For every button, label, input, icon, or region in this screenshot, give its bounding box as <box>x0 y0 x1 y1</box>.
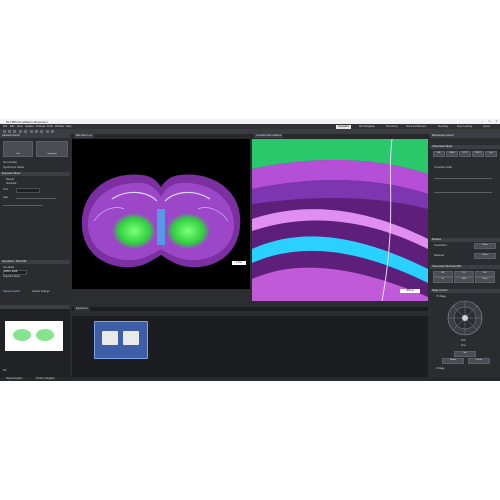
reflected-close-button[interactable]: Close <box>474 253 496 259</box>
live-mode-value: 2048 x 2048 <box>4 270 18 273</box>
microscope-control-panel: Microscope Control Observation Mode BF D… <box>430 134 500 377</box>
observation-header: Observation Mode <box>430 145 500 149</box>
cellsens-window: OLYMPUS cellSens Dimension – □ × File Ed… <box>0 119 500 381</box>
processing-step-icon[interactable] <box>123 331 139 345</box>
offset-slider[interactable] <box>3 205 43 206</box>
doc-tab-brain-slice[interactable]: Brain slice 1.vsi <box>74 134 94 138</box>
experiment-node[interactable] <box>94 321 148 359</box>
transmitted-label: Transmitted <box>434 244 447 247</box>
tab-stage-navigator[interactable]: Stage Navigator <box>6 377 22 381</box>
workspace-deep-learning[interactable]: Deep Learning <box>455 125 474 129</box>
xy-stage-joystick[interactable] <box>447 300 483 336</box>
workspace-processing[interactable]: Processing <box>384 125 399 129</box>
experiment-toolbar <box>72 311 428 316</box>
scale-bar-brain: 1 mm <box>232 261 246 265</box>
obs-cy5-button[interactable]: Cy5 <box>485 151 497 157</box>
workspace-acquisition[interactable]: Acquisition <box>336 124 352 129</box>
method-other-button[interactable]: Other <box>475 277 495 283</box>
workspace-layout[interactable]: Layout <box>481 125 492 129</box>
center-button[interactable]: Center <box>468 358 490 364</box>
resolution-header: Resolution / ROI & Bit <box>0 260 70 264</box>
brain-slice-figure <box>81 174 241 268</box>
tab-sample-settings[interactable]: Sample Settings <box>32 290 49 293</box>
experiment-panel: Experiment <box>72 307 428 377</box>
zoom-out-icon[interactable] <box>35 130 38 133</box>
manual-radio[interactable]: Manual <box>6 178 14 181</box>
pointer-icon[interactable] <box>46 130 49 133</box>
navigator-zoom: 5% <box>3 369 7 372</box>
correction-collar-label: Correction Collar <box>434 166 452 169</box>
synchronize-shutter-option[interactable]: Synchronize shutter <box>3 166 24 169</box>
snapshot-button[interactable]: Snapshot <box>36 141 68 157</box>
exposure-time-field[interactable] <box>16 187 40 193</box>
method-fl-button[interactable]: FL <box>433 277 453 283</box>
menu-edit[interactable]: Edit <box>10 125 14 128</box>
reflected-label: Reflected <box>434 254 445 257</box>
time-label: Time <box>3 188 9 191</box>
undo-icon[interactable] <box>19 130 22 133</box>
automatic-radio[interactable]: Automatic <box>6 182 17 185</box>
home-button[interactable]: Home <box>442 358 464 364</box>
menu-view[interactable]: View <box>17 125 23 128</box>
method-tirf-button[interactable]: TIRF <box>454 277 474 283</box>
open-icon[interactable] <box>8 130 11 133</box>
navigator-panel: 5% <box>0 305 70 377</box>
gain-label: Gain <box>3 196 9 199</box>
cortex-detail-figure <box>252 138 428 302</box>
shutters-header: Shutters <box>430 238 500 242</box>
camera-control-header: Camera Control <box>0 134 70 138</box>
menu-acquire[interactable]: Acquire <box>25 125 34 128</box>
tab-camera-control[interactable]: Camera Control <box>3 290 20 293</box>
new-icon[interactable] <box>3 130 6 133</box>
menu-process[interactable]: Process <box>36 125 45 128</box>
zoom-in-icon[interactable] <box>30 130 33 133</box>
doc-tab-cortex-detail[interactable]: Cerebral cortex detail.vsi <box>254 134 284 138</box>
obs-dapi-button[interactable]: DAPI <box>446 151 458 157</box>
snapshot-mode-label: Snapshot Mode <box>3 275 20 278</box>
gain-slider[interactable] <box>16 197 56 199</box>
fit-icon[interactable] <box>40 130 43 133</box>
obs-fitc-button[interactable]: FITC <box>459 151 471 157</box>
stage-control-header: Stage Control <box>430 289 500 293</box>
obs-bf-button[interactable]: BF <box>433 151 445 157</box>
measure-icon[interactable] <box>51 130 54 133</box>
set-button[interactable]: Set <box>454 351 476 357</box>
workspace-well-navigation[interactable]: Well Navigation <box>357 125 377 129</box>
live-button[interactable]: Live <box>3 141 33 157</box>
navigator-thumbnail[interactable] <box>0 311 70 371</box>
window-title: OLYMPUS cellSens Dimension <box>6 119 48 124</box>
menu-tools[interactable]: Tools <box>47 125 53 128</box>
xy-stage-label: XY-Stage <box>436 295 447 298</box>
cortex-detail-image[interactable]: 200 µm <box>252 138 428 302</box>
correction-collar-slider[interactable] <box>434 178 492 179</box>
menu-window[interactable]: Window <box>55 125 64 128</box>
transmitted-close-button[interactable]: Close <box>474 243 496 249</box>
menu-file[interactable]: File <box>3 125 7 128</box>
methods-header: Observation Methods (BF) <box>430 265 500 269</box>
focus-slider[interactable] <box>434 192 492 193</box>
bottom-tabs: Stage Navigator Position Navigator <box>0 377 500 381</box>
brain-slice-image[interactable]: 1 mm <box>72 139 250 289</box>
obs-tritc-button[interactable]: TRITC <box>472 151 484 157</box>
navigator-header <box>0 305 70 309</box>
fast-label: Fast <box>461 339 466 342</box>
exposure-header: Exposure Wheel <box>0 172 70 176</box>
save-icon[interactable] <box>13 130 16 133</box>
workspace-reporting[interactable]: Reporting <box>436 125 450 129</box>
acquisition-step-icon[interactable] <box>102 331 118 345</box>
redo-icon[interactable] <box>24 130 27 133</box>
tab-position-navigator[interactable]: Position Navigator <box>36 377 55 381</box>
microscope-control-header: Microscope Control <box>430 134 500 138</box>
z-stage-label: Z-Stage <box>436 367 445 370</box>
workspace-count-measure[interactable]: Count and Measure <box>404 125 428 129</box>
camera-control-panel: Camera Control Live Snapshot No recordin… <box>0 134 70 304</box>
no-recording-option[interactable]: No recording <box>3 161 17 164</box>
scale-bar-cortex: 200 µm <box>400 289 420 293</box>
menu-help[interactable]: Help <box>66 125 71 128</box>
fine-label: Fine <box>461 344 466 347</box>
